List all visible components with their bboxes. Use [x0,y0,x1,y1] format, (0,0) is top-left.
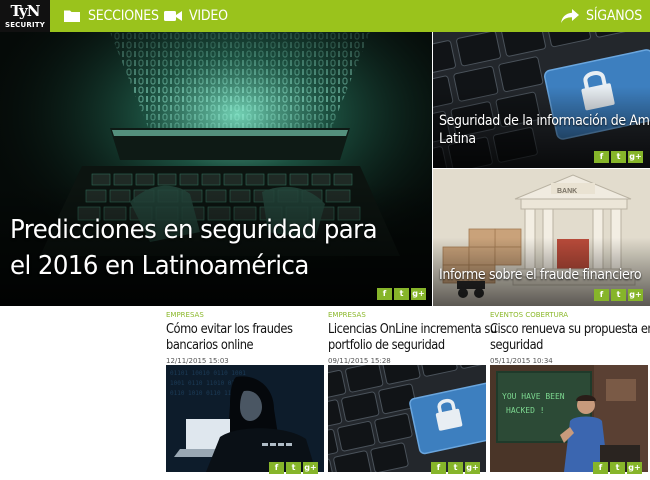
svg-text:BANK: BANK [557,188,577,195]
googleplus-icon[interactable]: g+ [411,288,426,300]
title-line: Cisco renueva su propuesta en [490,322,650,337]
article-date: 05/11/2015 10:34 [490,357,553,365]
side2-share-buttons: f t g+ [594,289,643,301]
folder-icon [64,10,80,22]
logo-mark: TyN [10,2,41,20]
article-share-buttons: f t g+ [593,462,642,474]
facebook-icon[interactable]: f [431,462,446,474]
article-category[interactable]: EMPRESAS [328,311,366,319]
hacked-screen-line-2: HACKED ! [506,406,545,415]
nav-secciones[interactable]: SECCIONES [64,0,159,32]
article-card-fraudes[interactable]: EMPRESAS Cómo evitar los fraudes bancari… [166,308,324,480]
bank-building-image: BANK [433,169,650,306]
nav-video-label: VIDEO [189,8,228,24]
twitter-icon[interactable]: t [611,151,626,163]
video-camera-icon [164,11,182,21]
nav-video[interactable]: VIDEO [164,0,228,32]
article-category[interactable]: EVENTOS COBERTURA [490,311,568,319]
article-card-cisco[interactable]: EVENTOS COBERTURA Cisco renueva su propu… [490,308,650,480]
svg-text:1001 0110 11010 0101: 1001 0110 11010 0101 [170,380,243,387]
googleplus-icon[interactable]: g+ [627,462,642,474]
hero-share-buttons: f t g+ [377,288,426,300]
title-line: bancarios online [166,338,254,353]
article-share-buttons: f t g+ [269,462,318,474]
facebook-icon[interactable]: f [594,151,609,163]
article-thumbnail[interactable]: 01101 10010 0110 1001 1001 0110 11010 010… [166,365,324,472]
hero-article[interactable]: Predicciones en seguridad para el 2016 e… [0,32,432,306]
facebook-icon[interactable]: f [594,289,609,301]
googleplus-icon[interactable]: g+ [465,462,480,474]
lock-keyboard-image [328,365,486,472]
twitter-icon[interactable]: t [448,462,463,474]
article-title[interactable]: Licencias OnLine incrementa su portfolio… [328,322,497,354]
article-date: 09/11/2015 15:28 [328,357,391,365]
googleplus-icon[interactable]: g+ [303,462,318,474]
hacked-screen-line-1: YOU HAVE BEEN [502,392,565,401]
nav-siganos-label: SÍGANOS [585,8,642,24]
article-thumbnail[interactable]: YOU HAVE BEEN HACKED ! [490,365,648,472]
facebook-icon[interactable]: f [377,288,392,300]
side-article-seguridad-title[interactable]: Seguridad de la información de América L… [439,112,650,148]
googleplus-icon[interactable]: g+ [628,151,643,163]
article-title[interactable]: Cisco renueva su propuesta en seguridad [490,322,650,354]
side-article-fraude[interactable]: BANK Informe sobre el fraude financiero … [433,169,650,306]
site-logo[interactable]: TyN SECURITY [0,0,50,32]
nav-siganos[interactable]: SÍGANOS [560,0,642,32]
top-nav: TyN SECURITY SECCIONES VIDEO SÍGANOS [0,0,650,32]
logo-subtitle: SECURITY [4,21,46,29]
googleplus-icon[interactable]: g+ [628,289,643,301]
svg-text:01101 10010 0110 1001: 01101 10010 0110 1001 [170,370,246,377]
twitter-icon[interactable]: t [286,462,301,474]
title-line: Latina [439,131,476,147]
title-line: Cómo evitar los fraudes [166,322,293,337]
article-category[interactable]: EMPRESAS [166,311,204,319]
twitter-icon[interactable]: t [610,462,625,474]
title-line: Informe sobre el fraude financiero [439,267,642,283]
side-article-seguridad[interactable]: Seguridad de la información de América L… [433,32,650,168]
facebook-icon[interactable]: f [593,462,608,474]
facebook-icon[interactable]: f [269,462,284,474]
article-date: 12/11/2015 15:03 [166,357,229,365]
article-share-buttons: f t g+ [431,462,480,474]
title-line: seguridad [490,338,543,353]
share-arrow-icon [560,8,579,23]
side1-share-buttons: f t g+ [594,151,643,163]
title-line: Seguridad de la información de América [439,113,650,129]
article-thumbnail[interactable] [328,365,486,472]
title-line: portfolio de seguridad [328,338,445,353]
twitter-icon[interactable]: t [611,289,626,301]
article-card-licencias[interactable]: EMPRESAS Licencias OnLine incrementa su … [328,308,497,480]
side-article-fraude-title[interactable]: Informe sobre el fraude financiero [439,266,642,284]
article-title[interactable]: Cómo evitar los fraudes bancarios online [166,322,311,354]
svg-text:0110 1010 0110 1101: 0110 1010 0110 1101 [170,390,239,397]
title-line: Licencias OnLine incrementa su [328,322,497,337]
nav-secciones-label: SECCIONES [88,8,159,24]
twitter-icon[interactable]: t [394,288,409,300]
hero-title[interactable]: Predicciones en seguridad para el 2016 e… [10,212,400,284]
hooded-hacker-image: 01101 10010 0110 1001 1001 0110 11010 010… [166,365,324,472]
speaker-hacked-screen-image: YOU HAVE BEEN HACKED ! [490,365,648,472]
